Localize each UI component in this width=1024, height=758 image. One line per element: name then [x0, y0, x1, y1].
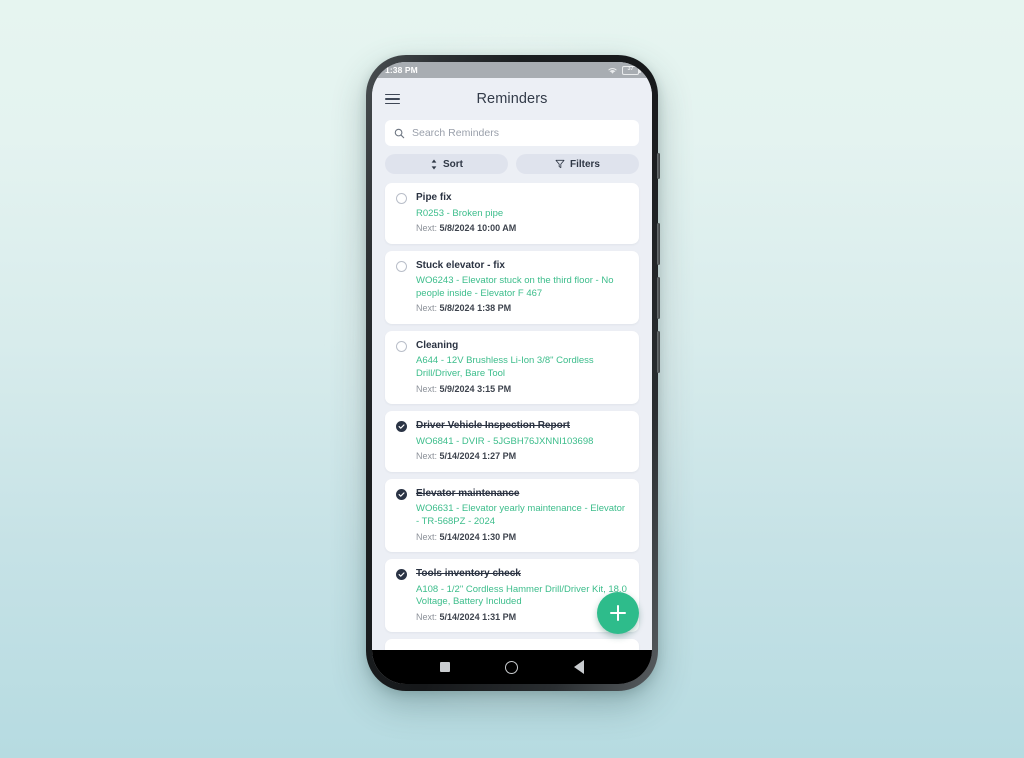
list-item[interactable]: Driver Vehicle Inspection Report WO6841 … [385, 411, 639, 472]
reminder-content: Pipe fix R0253 - Broken pipe Next: 5/8/2… [416, 191, 628, 235]
add-reminder-fab[interactable] [597, 592, 639, 634]
app-header: Reminders Search Reminders Sort Filters [372, 78, 652, 183]
reminder-subtitle[interactable]: A644 - 12V Brushless Li-Ion 3/8" Cordles… [416, 355, 628, 380]
next-label: Next: [416, 611, 438, 622]
reminder-title: Driver Vehicle Inspection Report [416, 420, 570, 432]
next-value: 5/9/2024 3:15 PM [439, 383, 512, 394]
list-item-partial[interactable] [385, 639, 639, 650]
next-value: 5/14/2024 1:30 PM [439, 531, 517, 542]
reminder-title: Elevator maintenance [416, 487, 520, 499]
battery-indicator: 37 [622, 65, 641, 75]
reminder-next: Next: 5/9/2024 3:15 PM [416, 384, 628, 396]
reminder-next: Next: 5/8/2024 1:38 PM [416, 303, 628, 315]
status-bar: 1:38 PM 37 [372, 62, 652, 78]
next-label: Next: [416, 223, 438, 234]
next-value: 5/8/2024 1:38 PM [439, 303, 512, 314]
sort-button[interactable]: Sort [385, 154, 508, 174]
next-label: Next: [416, 383, 438, 394]
assistant-button[interactable] [657, 331, 660, 373]
reminder-content: Elevator maintenance WO6631 - Elevator y… [416, 487, 628, 543]
reminder-checkbox-checked[interactable] [396, 569, 407, 581]
check-icon [398, 572, 405, 577]
page-title: Reminders [476, 91, 548, 107]
reminders-list[interactable]: Pipe fix R0253 - Broken pipe Next: 5/8/2… [372, 183, 652, 650]
filters-button-label: Filters [569, 158, 600, 170]
reminder-next: Next: 5/14/2024 1:27 PM [416, 451, 628, 463]
reminder-next: Next: 5/14/2024 1:30 PM [416, 532, 628, 544]
check-icon [398, 492, 405, 497]
reminder-title: Pipe fix [416, 192, 452, 203]
reminder-subtitle[interactable]: WO6631 - Elevator yearly maintenance - E… [416, 503, 628, 528]
filter-funnel-icon [555, 159, 565, 169]
status-indicators: 37 [607, 65, 641, 75]
list-item[interactable]: Elevator maintenance WO6631 - Elevator y… [385, 478, 639, 553]
reminder-content: Stuck elevator - fix WO6243 - Elevator s… [416, 259, 628, 315]
next-label: Next: [416, 451, 438, 462]
square-recents-icon[interactable] [439, 662, 450, 672]
list-item[interactable]: Pipe fix R0253 - Broken pipe Next: 5/8/2… [385, 183, 639, 244]
search-input[interactable]: Search Reminders [385, 120, 639, 146]
filter-toolbar: Sort Filters [385, 154, 639, 183]
phone-screen-bezel: 1:38 PM 37 Reminders Search Reminders So… [372, 62, 652, 684]
triangle-back-icon[interactable] [574, 660, 585, 674]
status-time: 1:38 PM [385, 65, 418, 75]
wifi-icon [608, 67, 617, 74]
search-icon [394, 128, 405, 138]
search-placeholder: Search Reminders [412, 127, 499, 139]
reminder-title: Cleaning [416, 339, 459, 351]
reminder-subtitle[interactable]: WO6841 - DVIR - 5JGBH76JXNNI103698 [416, 436, 628, 449]
check-icon [398, 424, 405, 429]
next-label: Next: [416, 303, 438, 314]
app-screen: 1:38 PM 37 Reminders Search Reminders So… [372, 62, 652, 684]
sort-button-label: Sort [443, 158, 463, 170]
reminder-subtitle[interactable]: R0253 - Broken pipe [416, 208, 628, 221]
reminder-content: Driver Vehicle Inspection Report WO6841 … [416, 419, 628, 463]
reminder-title: Stuck elevator - fix [416, 259, 505, 271]
reminder-content: Cleaning A644 - 12V Brushless Li-Ion 3/8… [416, 339, 628, 395]
volume-down-button[interactable] [657, 277, 660, 319]
title-bar: Reminders [385, 84, 639, 114]
battery-level-text: 37 [627, 66, 634, 73]
android-navigation-bar [372, 650, 652, 684]
next-value: 5/14/2024 1:27 PM [439, 451, 517, 462]
reminder-checkbox-checked[interactable] [396, 488, 407, 500]
reminder-subtitle[interactable]: WO6243 - Elevator stuck on the third flo… [416, 275, 628, 300]
list-item[interactable]: Cleaning A644 - 12V Brushless Li-Ion 3/8… [385, 330, 639, 405]
reminder-checkbox[interactable] [396, 340, 407, 352]
reminder-checkbox[interactable] [396, 260, 407, 272]
power-button[interactable] [657, 153, 660, 179]
reminder-checkbox-checked[interactable] [396, 421, 407, 433]
next-label: Next: [416, 531, 438, 542]
list-item[interactable]: Stuck elevator - fix WO6243 - Elevator s… [385, 250, 639, 324]
sort-updown-icon [431, 159, 437, 169]
reminder-next: Next: 5/8/2024 10:00 AM [416, 223, 628, 235]
filters-button[interactable]: Filters [516, 154, 639, 174]
circle-home-icon[interactable] [505, 660, 519, 674]
reminder-subtitle[interactable]: A108 - 1/2" Cordless Hammer Drill/Driver… [416, 584, 628, 609]
reminder-title: Tools inventory check [416, 568, 521, 580]
reminder-checkbox[interactable] [396, 193, 407, 204]
volume-up-button[interactable] [657, 223, 660, 265]
next-value: 5/14/2024 1:31 PM [439, 611, 517, 622]
next-value: 5/8/2024 10:00 AM [439, 223, 517, 234]
phone-device-frame: 1:38 PM 37 Reminders Search Reminders So… [366, 55, 660, 691]
